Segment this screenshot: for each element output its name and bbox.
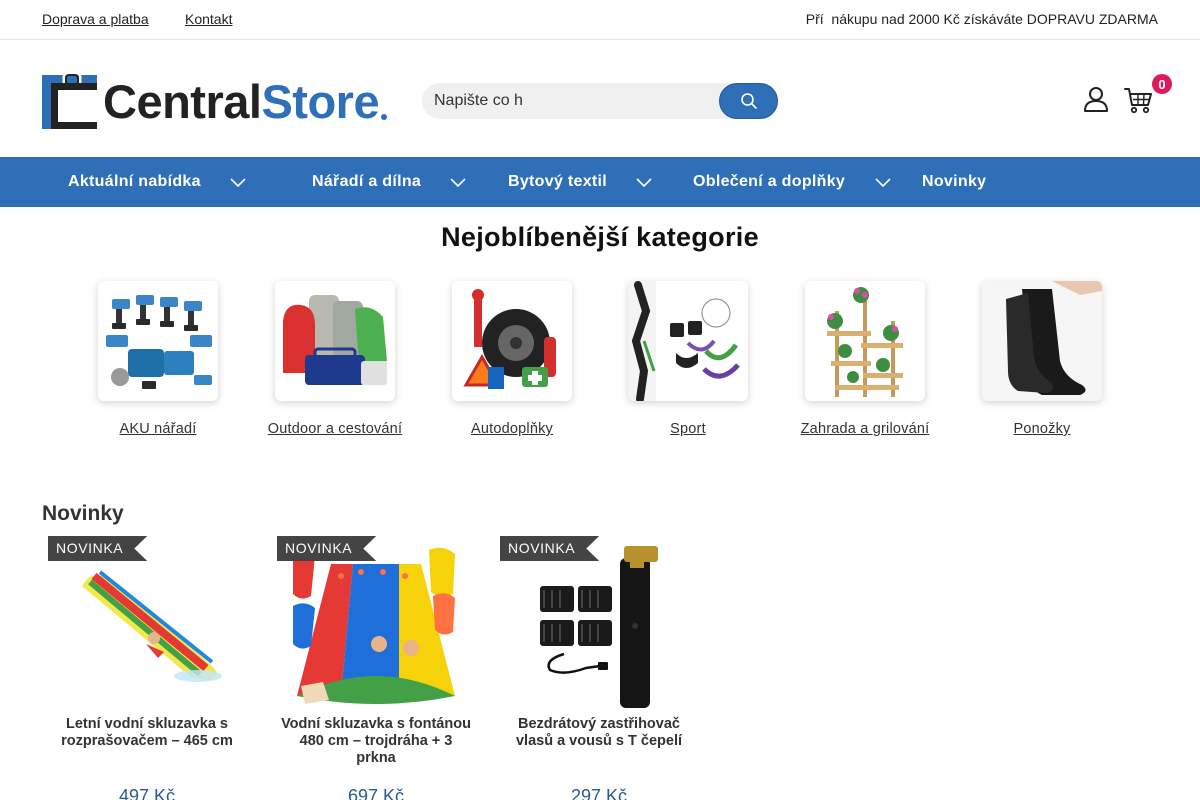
nav-item-label: Aktuální nabídka — [68, 173, 201, 190]
nav-item-label: Oblečení a doplňky — [693, 173, 846, 190]
shopping-cart-icon[interactable] — [1124, 86, 1154, 114]
chevron-down-icon[interactable] — [450, 174, 466, 190]
search-button[interactable] — [719, 83, 778, 119]
category-card-zahrada[interactable]: Zahrada a grilování — [785, 281, 945, 437]
nav-item-label: Bytový textil — [508, 173, 608, 190]
product-name[interactable]: Letní vodní skluzavka s rozprašovačem – … — [42, 716, 252, 750]
category-label[interactable]: AKU nářadí — [78, 421, 238, 437]
new-product-badge: NOVINKA — [277, 536, 377, 561]
product-price: 697 Kč — [347, 786, 405, 800]
user-account-icon[interactable] — [1082, 85, 1110, 113]
category-card-outdoor[interactable]: Outdoor a cestování — [255, 281, 415, 437]
section-title-new-products: Novinky — [42, 502, 124, 525]
category-card-sport[interactable]: Sport — [608, 281, 768, 437]
nav-item-bytovy-textil[interactable]: Bytový textil — [508, 157, 607, 207]
contact-link[interactable]: Kontakt — [185, 11, 232, 27]
category-image-socks[interactable] — [982, 281, 1102, 401]
category-image-sport[interactable] — [628, 281, 748, 401]
nav-item-label: Novinky — [922, 173, 987, 190]
category-label[interactable]: Outdoor a cestování — [255, 421, 415, 437]
logo-text-store: Store — [261, 74, 380, 128]
category-label[interactable]: Zahrada a grilování — [785, 421, 945, 437]
nav-item-label: Nářadí a dílna — [312, 173, 422, 190]
product-name[interactable]: Bezdrátový zastřihovač vlasů a vousů s T… — [494, 716, 704, 750]
category-label[interactable]: Sport — [608, 421, 768, 437]
shopping-bag-logo-icon — [42, 71, 97, 129]
product-card[interactable]: NOVINKA Letní vodní skluzavka s rozprašo… — [42, 536, 252, 800]
category-card-ponozky[interactable]: Ponožky — [962, 281, 1122, 437]
product-card[interactable]: NOVINKA Bezdrátový zastřihovač vlasů a v… — [494, 536, 704, 800]
free-shipping-promo: Pří nákupu nad 2000 Kč získáváte DOPRAVU… — [805, 11, 1158, 27]
chevron-down-icon[interactable] — [875, 174, 891, 190]
shipping-link[interactable]: Doprava a platba — [42, 11, 149, 27]
nav-item-obleceni-a-doplnky[interactable]: Oblečení a doplňky — [693, 157, 845, 207]
category-image-garden-shelf[interactable] — [805, 281, 925, 401]
cart-count-badge: 0 — [1152, 74, 1172, 94]
logo-text-central: Central — [103, 74, 262, 128]
category-card-aku-naradi[interactable]: AKU nářadí — [78, 281, 238, 437]
main-navigation: Aktuální nabídka Nářadí a dílna Bytový t… — [0, 157, 1200, 207]
nav-item-novinky[interactable]: Novinky — [922, 157, 986, 207]
product-price: 297 Kč — [570, 786, 628, 800]
search-input[interactable] — [434, 83, 724, 119]
top-bar: Doprava a platba Kontakt Pří nákupu nad … — [0, 0, 1200, 40]
nav-item-aktualni-nabidka[interactable]: Aktuální nabídka — [68, 157, 201, 207]
search-icon — [740, 93, 757, 109]
category-label[interactable]: Autodoplňky — [432, 421, 592, 437]
category-label[interactable]: Ponožky — [962, 421, 1122, 437]
product-card[interactable]: NOVINKA Vodní skluzavka s fontánou 480 c… — [271, 536, 481, 800]
product-price: 497 Kč — [118, 786, 176, 800]
category-image-car-accessories[interactable] — [452, 281, 572, 401]
section-title-popular-categories: Nejoblíbenější kategorie — [441, 222, 759, 252]
logo-text: CentralStore — [103, 74, 380, 128]
product-image-water-slide[interactable]: NOVINKA — [42, 536, 252, 708]
logo-dot — [381, 114, 388, 120]
nav-item-naradi-a-dilna[interactable]: Nářadí a dílna — [312, 157, 421, 207]
site-logo[interactable]: CentralStore — [42, 71, 417, 130]
chevron-down-icon[interactable] — [230, 174, 246, 190]
category-image-luggage[interactable] — [275, 281, 395, 401]
chevron-down-icon[interactable] — [636, 174, 652, 190]
category-card-autodoplnky[interactable]: Autodoplňky — [432, 281, 592, 437]
search-box — [422, 83, 778, 119]
category-image-power-tools[interactable] — [98, 281, 218, 401]
product-image-triple-water-slide[interactable]: NOVINKA — [271, 536, 481, 708]
new-product-badge: NOVINKA — [500, 536, 600, 561]
product-name[interactable]: Vodní skluzavka s fontánou 480 cm – troj… — [271, 716, 481, 767]
new-product-badge: NOVINKA — [48, 536, 148, 561]
product-image-hair-trimmer[interactable]: NOVINKA — [494, 536, 704, 708]
